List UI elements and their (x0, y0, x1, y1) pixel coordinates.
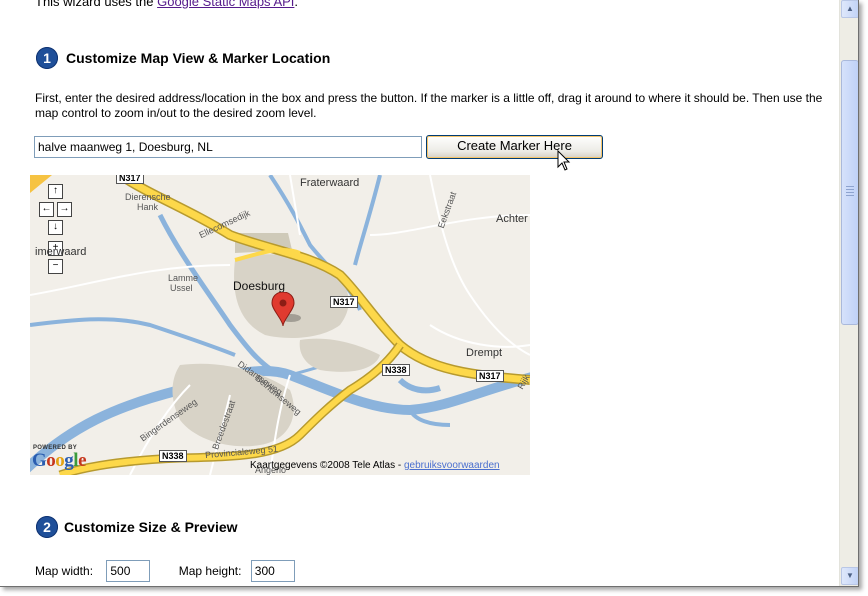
pan-down-control[interactable]: ↓ (48, 220, 63, 235)
map-copyright: Kaartgegevens ©2008 Tele Atlas - gebruik… (250, 460, 500, 471)
pan-right-control[interactable]: → (57, 202, 72, 217)
shield-n317-top: N317 (116, 175, 144, 184)
label-dierensche: Dierensche (125, 192, 171, 202)
scroll-thumb[interactable] (841, 60, 858, 325)
scroll-down-arrow-icon[interactable]: ▼ (841, 567, 858, 585)
map-width-input[interactable]: 500 (106, 560, 151, 582)
create-marker-button[interactable]: Create Marker Here (426, 135, 603, 159)
shield-n317-mid: N317 (330, 296, 358, 308)
label-hank: Hank (137, 202, 159, 212)
terms-link[interactable]: gebruiksvoorwaarden (404, 460, 500, 471)
step1-badge: 1 (36, 47, 58, 69)
step2-heading: 2 Customize Size & Preview (36, 516, 238, 538)
shield-n338-mid: N338 (382, 364, 410, 376)
map-marker-icon[interactable] (271, 292, 301, 332)
label-lamme: Lamme (168, 273, 199, 283)
map-view[interactable]: ↑ ← → ↓ + − Fraterwaard Achter Dierensch… (30, 175, 530, 475)
size-row: Map width: 500 Map height: 300 (35, 560, 295, 582)
static-maps-api-link[interactable]: Google Static Maps API (157, 0, 294, 9)
step1-heading: 1 Customize Map View & Marker Location (36, 47, 330, 69)
shield-n317-right: N317 (476, 370, 504, 382)
browser-frame: This wizard uses the Google Static Maps … (0, 0, 859, 587)
label-imerwaard: imerwaard (35, 246, 87, 258)
intro-prefix: This wizard uses the (35, 0, 158, 9)
page-content: This wizard uses the Google Static Maps … (0, 0, 838, 586)
google-logo[interactable]: Google (32, 450, 86, 472)
label-ussel: Ussel (170, 283, 193, 293)
pan-up-control[interactable]: ↑ (48, 184, 63, 199)
step1-description: First, enter the desired address/locatio… (35, 91, 823, 120)
step2-badge: 2 (36, 516, 58, 538)
mouse-cursor-icon (557, 150, 571, 171)
label-doesburg: Doesburg (233, 279, 286, 293)
map-width-label: Map width: (35, 564, 94, 578)
intro-text: This wizard uses the Google Static Maps … (35, 0, 298, 9)
step2-title: Customize Size & Preview (64, 519, 238, 535)
map-height-input[interactable]: 300 (250, 560, 295, 582)
label-drempt: Drempt (466, 347, 503, 359)
address-input[interactable]: halve maanweg 1, Doesburg, NL (34, 136, 422, 158)
shield-n338-bottom: N338 (159, 450, 187, 462)
pan-left-control[interactable]: ← (39, 202, 54, 217)
zoom-out-control[interactable]: − (48, 259, 63, 274)
map-height-label: Map height: (178, 564, 242, 578)
label-fraterwaard: Fraterwaard (300, 177, 360, 189)
label-achter: Achter (496, 213, 528, 225)
vertical-scrollbar[interactable]: ▲ ▼ (839, 0, 858, 586)
scroll-up-arrow-icon[interactable]: ▲ (841, 0, 858, 18)
intro-suffix: . (294, 0, 299, 9)
step1-title: Customize Map View & Marker Location (66, 50, 331, 66)
